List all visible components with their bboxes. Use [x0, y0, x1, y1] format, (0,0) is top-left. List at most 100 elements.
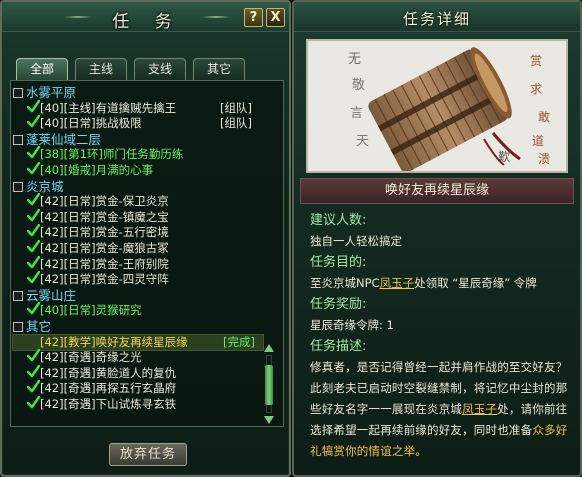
tab-all[interactable]: 全部	[16, 58, 68, 80]
quest-list-item[interactable]: [42][奇遇]奇缘之光	[13, 349, 263, 366]
quest-level: [42]	[40, 272, 64, 287]
glyph: 天	[356, 134, 369, 149]
quest-list-item[interactable]: [42][奇遇]再探五行玄晶府	[13, 380, 263, 397]
quest-title: [日常]赏金-镇魔之宝	[63, 209, 169, 224]
quest-level: [40]	[40, 116, 64, 131]
detail-window-title: 任务详细	[402, 10, 471, 28]
quest-level: [40]	[40, 100, 64, 115]
checkmark-icon[interactable]	[27, 364, 40, 378]
quest-reward-label: 任务奖励:	[310, 297, 367, 312]
checkmark-icon[interactable]	[27, 349, 40, 362]
quest-level: [42]	[40, 194, 64, 209]
quest-title: [奇遇]下山试炼寻玄铁	[63, 396, 177, 411]
quest-list-item[interactable]: [38][第1环]师门任务勤历练	[13, 146, 263, 163]
glyph: 求	[530, 82, 542, 96]
quest-list-item[interactable]: [40][主线]有道擒贼先擒王 [组队]	[13, 99, 263, 117]
quest-title: [奇遇]奇缘之光	[63, 350, 142, 365]
collapse-toggle-icon[interactable]	[13, 321, 23, 332]
checkmark-icon[interactable]	[27, 239, 40, 253]
recommended-players-label: 建议人数:	[310, 213, 367, 228]
checkmark-icon[interactable]	[27, 380, 40, 393]
glyph: 敢	[538, 110, 550, 124]
checkmark-icon[interactable]	[27, 208, 40, 222]
quest-list-item[interactable]: [42][日常]赏金-五行密境	[13, 224, 263, 241]
tab-other[interactable]: 其它	[193, 58, 245, 80]
quest-list-item[interactable]: [42][日常]赏金-镇魔之宝	[13, 208, 263, 226]
collapse-toggle-icon[interactable]	[13, 181, 23, 192]
title-ornament-right	[202, 16, 230, 18]
glyph: 赏	[530, 54, 542, 68]
quest-list-item[interactable]: [40][婚戒]月满的心事	[13, 161, 263, 179]
collapse-toggle-icon[interactable]	[13, 88, 23, 98]
glyph: 道	[532, 134, 544, 148]
abandon-quest-button[interactable]: 放弃任务	[109, 443, 187, 466]
checkmark-icon[interactable]	[27, 99, 40, 113]
scrollbar-thumb[interactable]	[265, 365, 273, 405]
category-label: 云雾山庄	[26, 287, 77, 303]
quest-category[interactable]: 云雾山庄	[13, 288, 263, 304]
checkmark-icon[interactable]	[27, 395, 40, 409]
quest-list-item[interactable]: [42][日常]赏金-魔狼古冢	[13, 239, 263, 257]
quest-category[interactable]: 炎京城	[13, 179, 263, 195]
checkmark-icon[interactable]	[27, 115, 40, 128]
collapse-toggle-icon[interactable]	[13, 134, 23, 145]
quest-title: [第1环]师门任务勤历练	[63, 147, 184, 162]
desc-npc-link-fengyuzi[interactable]: 凤玉子	[462, 402, 497, 416]
quest-window-title: 任 务	[112, 12, 182, 32]
quest-list-item[interactable]: [40][日常]灵猴研究	[13, 302, 263, 319]
detail-window-titlebar[interactable]: 任务详细	[294, 2, 580, 32]
selected-quest-name: 唤好友再续星辰缘	[300, 178, 574, 204]
quest-category[interactable]: 水雾平原	[13, 85, 263, 101]
help-button[interactable]: ?	[244, 8, 263, 27]
checkmark-icon[interactable]	[27, 161, 40, 175]
scroll-up-arrow-icon[interactable]	[263, 343, 275, 353]
recommended-players-value: 独自一人轻松搞定	[310, 234, 402, 248]
checkmark-icon[interactable]	[27, 224, 40, 237]
quest-category[interactable]: 蓬莱仙域二层	[13, 132, 263, 148]
checkmark-icon[interactable]	[27, 146, 40, 159]
glyph: 敬	[352, 77, 365, 93]
quest-list-item[interactable]: [42][奇遇]黄脸道人的复仇	[13, 364, 263, 382]
glyph: 无	[348, 52, 361, 67]
quest-level: [42]	[40, 396, 64, 411]
quest-list-item[interactable]: [42][奇遇]下山试炼寻玄铁	[13, 395, 263, 413]
quest-list-scrollbar[interactable]	[263, 343, 275, 425]
quest-title: [教学]唤好友再续星辰缘	[63, 334, 188, 349]
quest-level: [42]	[40, 240, 64, 255]
category-label: 水雾平原	[26, 85, 77, 100]
quest-list-item[interactable]: [40][日常]挑战极限 [组队]	[13, 115, 263, 132]
quest-title: [日常]赏金-王府别院	[63, 256, 169, 271]
party-tag: [组队]	[220, 100, 252, 115]
checkmark-icon[interactable]	[27, 302, 40, 315]
tab-main[interactable]: 主线	[75, 58, 127, 80]
track-checkbox[interactable]	[27, 335, 39, 347]
goal-suffix: 处领取 “星辰奇缘” 令牌	[414, 276, 537, 290]
close-button[interactable]: X	[266, 8, 285, 27]
tab-side[interactable]: 支线	[134, 58, 186, 80]
checkmark-icon[interactable]	[27, 193, 40, 206]
quest-level: [38]	[40, 147, 64, 162]
checkmark-icon[interactable]	[27, 271, 40, 284]
checkmark-icon[interactable]	[27, 255, 40, 269]
quest-title: [婚戒]月满的心事	[63, 162, 154, 177]
quest-goal-label: 任务目的:	[310, 255, 367, 270]
quest-level: [40]	[40, 303, 64, 318]
goal-prefix: 至炎京城NPC	[310, 276, 380, 290]
quest-list-item[interactable]: [42][日常]赏金-保卫炎京	[13, 193, 263, 210]
quest-list-item[interactable]: [42][日常]赏金-四灵守阵	[13, 271, 263, 288]
quest-level: [42]	[40, 225, 64, 240]
quest-title: [日常]挑战极限	[63, 116, 142, 131]
quest-list-item[interactable]: [42][教学]唤好友再续星辰缘 [完成]	[12, 333, 264, 352]
quest-window-titlebar[interactable]: 任 务 ? X	[2, 2, 289, 32]
quest-category[interactable]: 其它	[13, 319, 263, 335]
quest-level: [42]	[40, 381, 64, 396]
quest-list-item[interactable]: [42][日常]赏金-王府别院	[13, 255, 263, 273]
quest-level: [42]	[40, 256, 64, 271]
scroll-down-arrow-icon[interactable]	[263, 415, 275, 425]
npc-link-fengyuzi[interactable]: 凤玉子	[380, 276, 415, 290]
collapse-toggle-icon[interactable]	[13, 290, 23, 301]
bamboo-scroll-icon: 无 敬 言 天 歎 赏 求 敢 道 溃	[308, 41, 566, 171]
quest-detail-window: 任务详细 无 敬 言 天 歎 赏 求 敢 道 溃 唤好友再续星辰缘 建议人数: …	[292, 0, 582, 477]
title-ornament-left	[64, 16, 92, 18]
quest-list-panel: 水雾平原 [40][主线]有道擒贼先擒王 [组队] [40][日常]挑战极限 [组队] 蓬…	[10, 80, 284, 427]
